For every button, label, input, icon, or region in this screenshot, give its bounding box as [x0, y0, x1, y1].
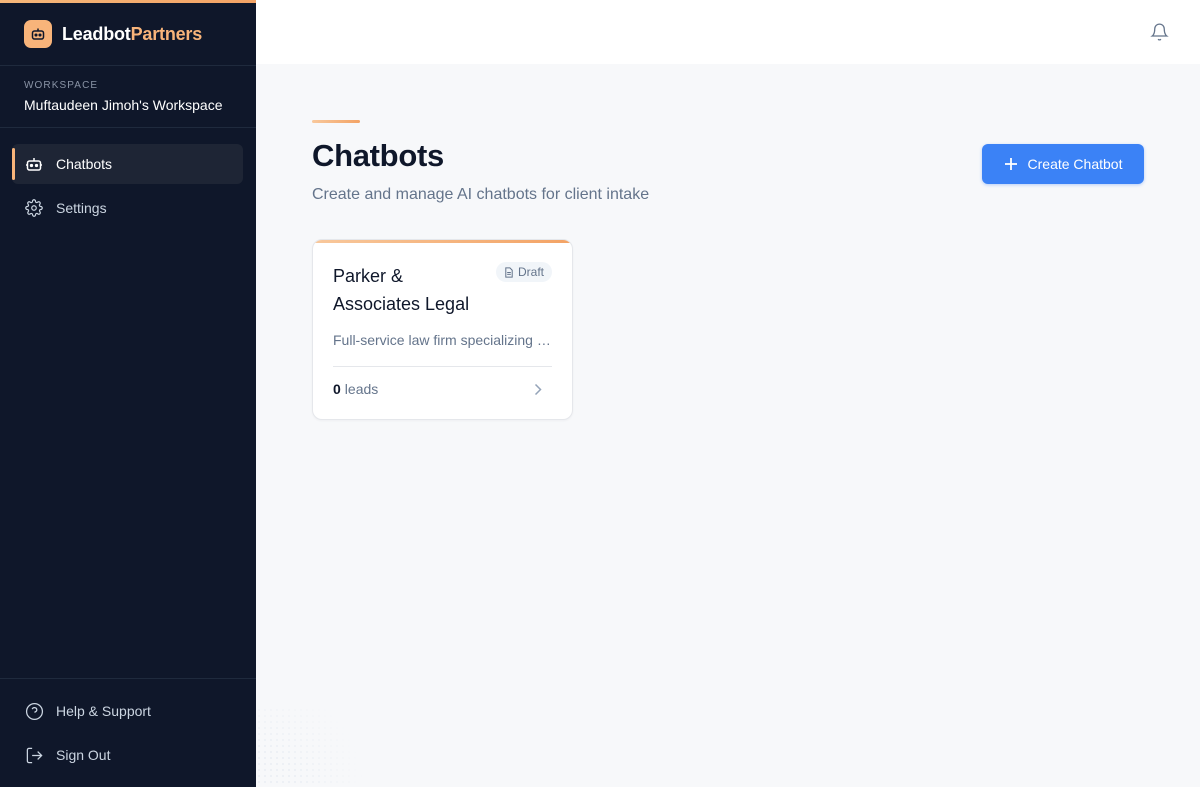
chatbot-description: Full-service law firm specializing in fa… — [333, 332, 552, 348]
leads-number: 0 — [333, 381, 341, 397]
card-accent-line — [313, 240, 572, 243]
plus-icon — [1004, 157, 1018, 171]
gear-icon — [24, 198, 44, 218]
decorative-dot-pattern — [256, 707, 376, 787]
top-header — [256, 0, 1200, 64]
sidebar-item-chatbots[interactable]: Chatbots — [12, 144, 243, 184]
leads-count: 0 leads — [333, 381, 378, 397]
title-accent-line — [312, 120, 360, 123]
card-divider — [333, 366, 552, 367]
create-chatbot-button[interactable]: Create Chatbot — [982, 144, 1144, 184]
brand[interactable]: LeadbotPartners — [24, 20, 202, 48]
chatbot-name: Parker & Associates Legal — [333, 266, 470, 314]
brand-name-part2: Partners — [130, 23, 203, 44]
help-support-label: Help & Support — [56, 703, 151, 719]
page-subtitle: Create and manage AI chatbots for client… — [312, 186, 650, 203]
help-circle-icon — [24, 701, 44, 721]
robot-icon — [24, 154, 44, 174]
sidebar-divider — [0, 678, 256, 679]
create-chatbot-label: Create Chatbot — [1027, 156, 1123, 172]
robot-icon — [24, 20, 52, 48]
chatbot-card[interactable]: Parker & Associates Legal Draft Full-ser… — [312, 239, 573, 420]
sidebar-accent-line — [0, 0, 256, 3]
sidebar-divider — [0, 65, 256, 66]
sidebar-item-label: Chatbots — [56, 156, 113, 172]
workspace-label: WORKSPACE — [24, 80, 99, 91]
chevron-right-icon[interactable] — [534, 381, 548, 397]
logout-icon — [24, 745, 44, 765]
page-title: Chatbots — [312, 138, 444, 173]
help-support-link[interactable]: Help & Support — [24, 699, 151, 723]
leads-label: leads — [344, 381, 379, 397]
main-content: Chatbots Create and manage AI chatbots f… — [256, 64, 1200, 787]
bell-icon[interactable] — [1148, 21, 1170, 43]
sign-out-link[interactable]: Sign Out — [24, 743, 110, 767]
sidebar-divider — [0, 127, 256, 128]
sidebar: LeadbotPartners WORKSPACE Muftaudeen Jim… — [0, 0, 256, 787]
workspace-name[interactable]: Muftaudeen Jimoh's Workspace — [24, 97, 236, 113]
status-label: Draft — [517, 265, 544, 279]
sidebar-item-label: Settings — [56, 200, 107, 216]
document-icon — [504, 266, 514, 278]
sidebar-item-settings[interactable]: Settings — [12, 188, 243, 228]
brand-name-part1: Leadbot — [62, 23, 131, 44]
sign-out-label: Sign Out — [56, 747, 111, 763]
status-badge: Draft — [495, 262, 552, 282]
brand-name: LeadbotPartners — [62, 24, 202, 45]
